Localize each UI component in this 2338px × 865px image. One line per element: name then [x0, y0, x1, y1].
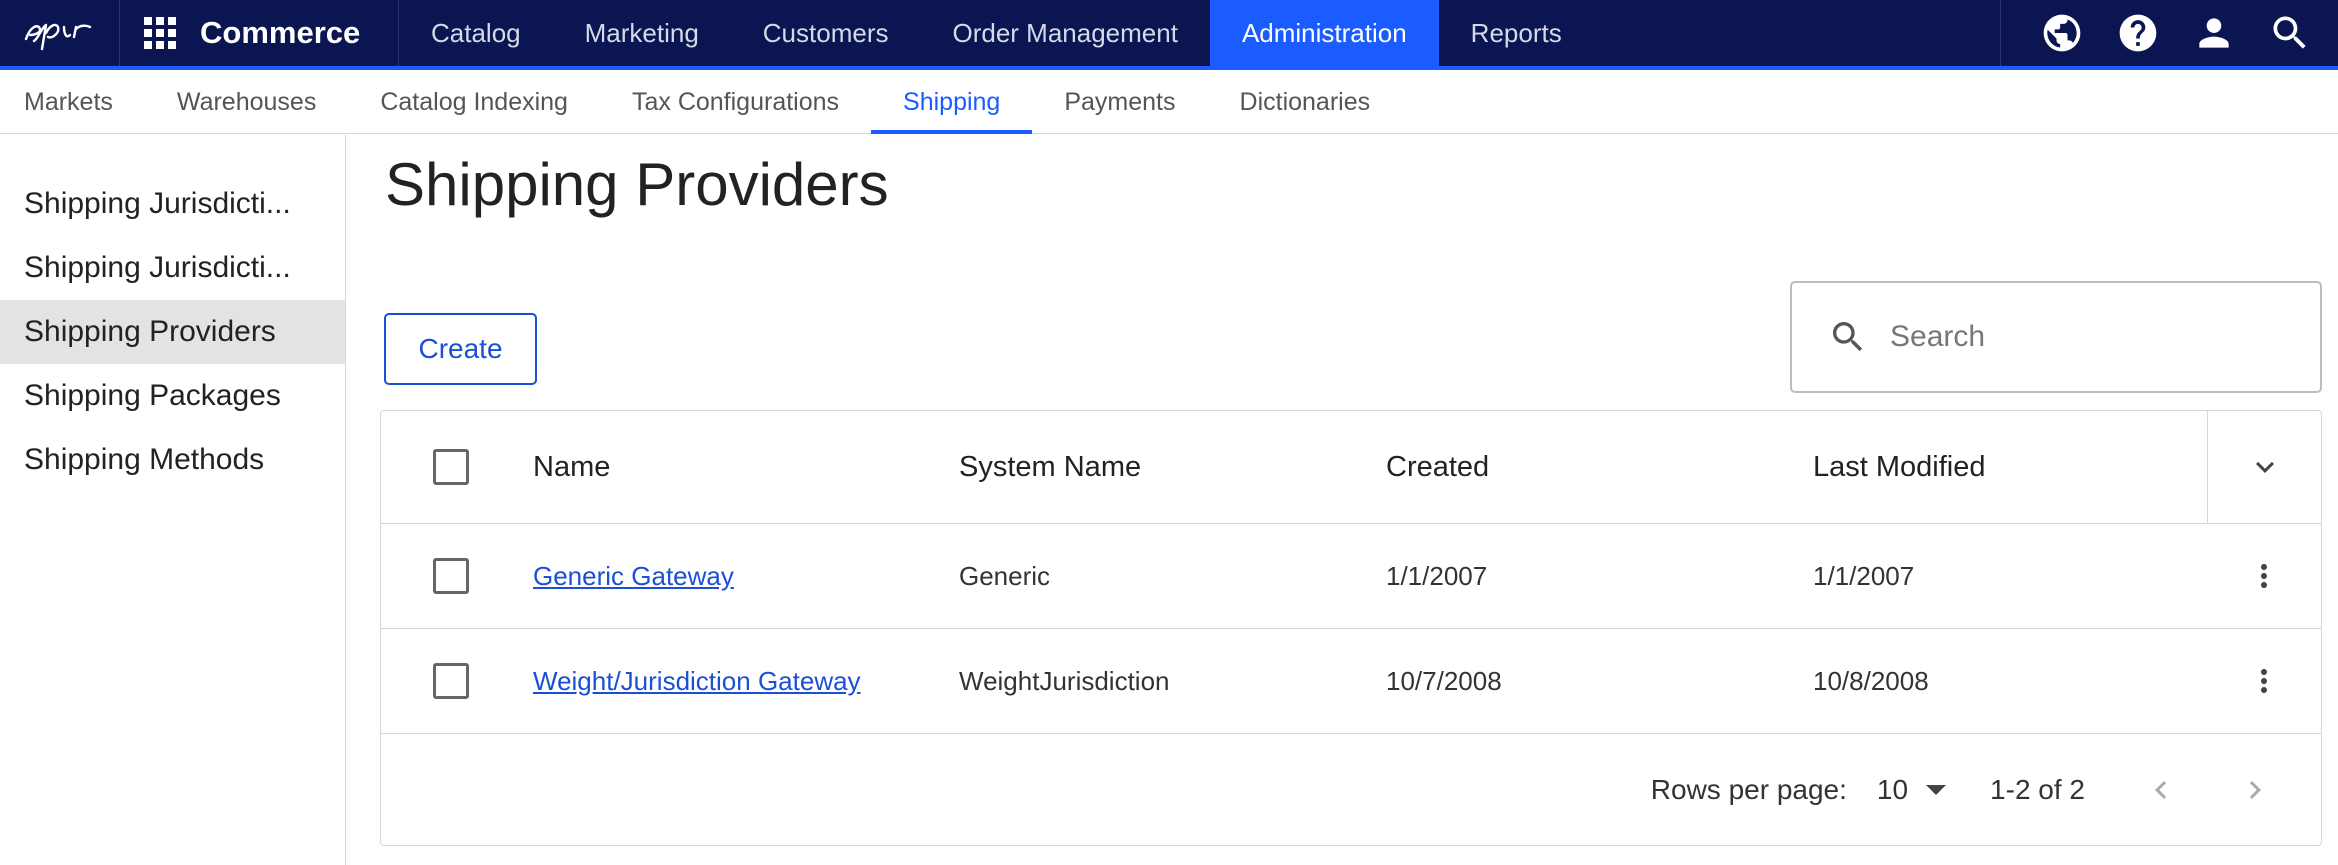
subnav-dictionaries[interactable]: Dictionaries [1208, 70, 1403, 134]
subnav-payments[interactable]: Payments [1032, 70, 1207, 134]
page-title: Shipping Providers [385, 151, 889, 218]
row-actions-cell [2207, 629, 2321, 733]
page-range: 1-2 of 2 [1990, 774, 2085, 805]
column-header-name[interactable]: Name [533, 411, 610, 523]
rows-per-page-value: 10 [1876, 774, 1909, 805]
subnav-warehouses[interactable]: Warehouses [145, 70, 348, 134]
select-all-checkbox[interactable] [433, 449, 469, 485]
topnav-customers[interactable]: Customers [731, 0, 921, 66]
topnav-reports[interactable]: Reports [1439, 0, 1594, 66]
sidebar-item-label: Shipping Jurisdicti... [24, 251, 291, 284]
rows-per-page-select[interactable]: 10 [1876, 774, 1947, 806]
topnav-marketing[interactable]: Marketing [553, 0, 731, 66]
topnav-administration[interactable]: Administration [1209, 0, 1439, 66]
apps-grid-icon[interactable] [142, 15, 178, 51]
top-bar: Commerce Catalog Marketing Customers Ord… [0, 0, 2338, 66]
search-icon [1828, 317, 1868, 357]
column-header-system-name[interactable]: System Name [959, 411, 1141, 523]
search-box[interactable] [1790, 281, 2322, 393]
chevron-down-icon[interactable] [2247, 449, 2283, 485]
globe-icon[interactable] [2040, 11, 2084, 55]
more-vert-icon[interactable] [2246, 558, 2282, 594]
table-pagination: Rows per page: 10 1-2 of 2 [381, 734, 2321, 846]
help-icon[interactable] [2116, 11, 2160, 55]
sidebar-item-shipping-packages[interactable]: Shipping Packages [0, 364, 345, 428]
top-icons [2040, 0, 2312, 66]
row-select-cell [433, 524, 469, 628]
provider-link[interactable]: Weight/Jurisdiction Gateway [533, 666, 861, 697]
select-all-cell [433, 411, 469, 523]
epi-logo-icon [24, 23, 91, 51]
row-select-cell [433, 629, 469, 733]
chevron-left-icon[interactable] [2143, 772, 2179, 808]
column-header-last-modified[interactable]: Last Modified [1813, 411, 1986, 523]
sidebar-item-shipping-jurisdictions[interactable]: Shipping Jurisdicti... [0, 172, 345, 236]
modified-cell: 1/1/2007 [1813, 560, 1915, 591]
chevron-right-icon[interactable] [2237, 772, 2273, 808]
sidebar-item-shipping-jurisdiction-groups[interactable]: Shipping Jurisdicti... [0, 236, 345, 300]
sidebar-item-shipping-providers[interactable]: Shipping Providers [0, 300, 345, 364]
user-icon[interactable] [2192, 11, 2236, 55]
create-button[interactable]: Create [384, 313, 537, 385]
sub-nav: Markets Warehouses Catalog Indexing Tax … [0, 70, 2338, 134]
row-checkbox[interactable] [433, 558, 469, 594]
table-header-row: Name System Name Created Last Modified [381, 411, 2321, 524]
column-toggle-cell [2207, 411, 2321, 523]
rows-per-page-label: Rows per page: [1650, 774, 1847, 805]
dropdown-caret-icon [1926, 785, 1947, 795]
sidebar-item-label: Shipping Jurisdicti... [24, 187, 291, 220]
name-cell: Weight/Jurisdiction Gateway [533, 629, 861, 733]
table-row: Generic Gateway Generic 1/1/2007 1/1/200… [381, 524, 2321, 629]
topnav-catalog[interactable]: Catalog [399, 0, 553, 66]
epi-logo[interactable] [0, 0, 120, 66]
providers-table: Name System Name Created Last Modified G… [380, 410, 2322, 846]
created-cell: 1/1/2007 [1386, 560, 1488, 591]
subnav-tax-configurations[interactable]: Tax Configurations [600, 70, 871, 134]
system-name-cell: Generic [959, 560, 1051, 591]
app-brand: Commerce [120, 0, 399, 66]
created-cell: 10/7/2008 [1386, 665, 1502, 696]
provider-link[interactable]: Generic Gateway [533, 561, 734, 592]
pager [2143, 772, 2273, 808]
subnav-markets[interactable]: Markets [0, 70, 145, 134]
top-nav: Catalog Marketing Customers Order Manage… [399, 0, 1594, 66]
brand-name: Commerce [200, 15, 361, 50]
name-cell: Generic Gateway [533, 524, 734, 628]
sidebar-item-label: Shipping Methods [24, 443, 265, 476]
subnav-shipping[interactable]: Shipping [871, 70, 1033, 134]
sidebar: Shipping Jurisdicti... Shipping Jurisdic… [0, 135, 346, 865]
search-icon[interactable] [2268, 11, 2312, 55]
topbar-divider [2000, 0, 2001, 66]
column-header-created[interactable]: Created [1386, 411, 1489, 523]
system-name-cell: WeightJurisdiction [959, 665, 1170, 696]
row-checkbox[interactable] [433, 663, 469, 699]
topnav-order-management[interactable]: Order Management [920, 0, 1209, 66]
search-input[interactable] [1890, 320, 2290, 354]
sidebar-list: Shipping Jurisdicti... Shipping Jurisdic… [0, 172, 345, 492]
subnav-catalog-indexing[interactable]: Catalog Indexing [348, 70, 600, 134]
modified-cell: 10/8/2008 [1813, 665, 1929, 696]
more-vert-icon[interactable] [2246, 663, 2282, 699]
sidebar-item-shipping-methods[interactable]: Shipping Methods [0, 428, 345, 492]
table-row: Weight/Jurisdiction Gateway WeightJurisd… [381, 629, 2321, 734]
sidebar-item-label: Shipping Packages [24, 379, 281, 412]
sidebar-item-label: Shipping Providers [24, 315, 276, 348]
row-actions-cell [2207, 524, 2321, 628]
